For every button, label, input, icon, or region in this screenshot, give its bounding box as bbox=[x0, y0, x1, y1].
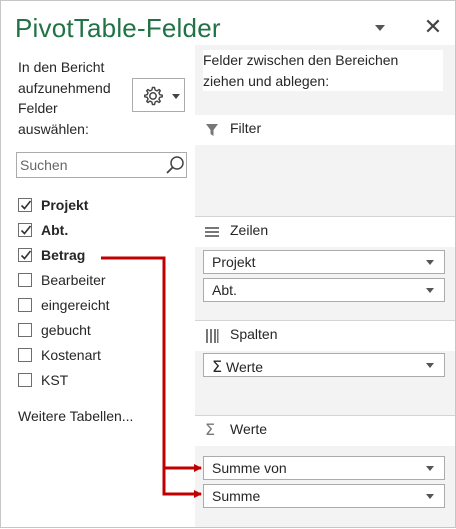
field-checkbox[interactable] bbox=[18, 348, 32, 362]
checkmark-icon bbox=[20, 200, 32, 210]
area-filter-label: Filter bbox=[230, 120, 262, 136]
area-columns-label: Spalten bbox=[230, 326, 278, 342]
rows-item-abt[interactable]: Abt. bbox=[203, 278, 445, 302]
areas-section: Filter Zeilen Projekt Abt. Spalten Σ Wer… bbox=[195, 45, 455, 527]
columns-item-label: Σ Werte bbox=[212, 357, 263, 376]
field-item-betrag[interactable]: Betrag bbox=[18, 246, 188, 266]
sigma-icon: Σ bbox=[212, 357, 223, 376]
field-checkbox[interactable] bbox=[18, 323, 32, 337]
rows-item-projekt[interactable]: Projekt bbox=[203, 250, 445, 274]
field-list-settings-button[interactable] bbox=[132, 78, 185, 112]
area-values-label: Werte bbox=[230, 421, 268, 437]
field-label: eingereicht bbox=[41, 297, 110, 313]
rows-item-label: Projekt bbox=[212, 254, 256, 270]
area-filter-dropzone[interactable] bbox=[195, 145, 455, 215]
area-values-header: Σ Werte bbox=[195, 415, 455, 446]
columns-item-text: Werte bbox=[226, 359, 264, 375]
field-label: Betrag bbox=[41, 247, 86, 263]
field-label: Kostenart bbox=[41, 347, 101, 363]
field-item-gebucht[interactable]: gebucht bbox=[18, 321, 188, 341]
search-input[interactable] bbox=[17, 153, 160, 177]
chevron-down-icon bbox=[426, 260, 434, 265]
chevron-down-icon bbox=[426, 494, 434, 499]
area-filter-header: Filter bbox=[195, 115, 455, 145]
drag-instruction: Felder zwischen den Bereichen ziehen und… bbox=[203, 50, 443, 91]
columns-icon bbox=[205, 329, 219, 348]
close-icon[interactable]: ✕ bbox=[421, 15, 445, 39]
rows-item-label: Abt. bbox=[212, 282, 237, 298]
field-label: gebucht bbox=[41, 322, 91, 338]
field-item-kostenart[interactable]: Kostenart bbox=[18, 346, 188, 366]
field-checkbox[interactable] bbox=[18, 198, 32, 212]
field-checkbox[interactable] bbox=[18, 273, 32, 287]
area-columns-header: Spalten bbox=[195, 320, 455, 351]
field-checkbox[interactable] bbox=[18, 223, 32, 237]
values-item-summe[interactable]: Summe bbox=[203, 484, 445, 508]
filter-icon bbox=[205, 123, 219, 142]
values-item-label: Summe bbox=[212, 488, 261, 504]
checkmark-icon bbox=[20, 250, 32, 260]
gear-icon bbox=[144, 86, 163, 106]
more-tables-link[interactable]: Weitere Tabellen... bbox=[18, 408, 133, 424]
field-item-abt[interactable]: Abt. bbox=[18, 221, 188, 241]
pane-options-down-icon[interactable] bbox=[373, 21, 387, 35]
chevron-down-icon bbox=[426, 288, 434, 293]
field-label: KST bbox=[41, 372, 69, 388]
field-item-bearbeiter[interactable]: Bearbeiter bbox=[18, 271, 188, 291]
chevron-down-icon bbox=[426, 466, 434, 471]
sigma-icon: Σ bbox=[205, 420, 216, 439]
area-rows-header: Zeilen bbox=[195, 216, 455, 247]
search-field[interactable] bbox=[16, 152, 187, 178]
values-item-summe-von[interactable]: Summe von bbox=[203, 456, 445, 480]
field-label: Projekt bbox=[41, 197, 89, 213]
checkmark-icon bbox=[20, 225, 32, 235]
values-item-label: Summe von bbox=[212, 460, 287, 476]
field-item-eingereicht[interactable]: eingereicht bbox=[18, 296, 188, 316]
chevron-down-icon bbox=[172, 94, 180, 99]
area-rows-label: Zeilen bbox=[230, 222, 269, 238]
field-label: Abt. bbox=[41, 222, 69, 238]
rows-icon bbox=[205, 225, 219, 243]
field-item-kst[interactable]: KST bbox=[18, 371, 188, 391]
pane-title: PivotTable-Felder bbox=[15, 13, 221, 43]
search-icon[interactable] bbox=[165, 155, 185, 175]
pivottable-fields-pane: PivotTable-Felder ✕ Filter Zeilen Projek… bbox=[0, 0, 456, 528]
columns-item-werte[interactable]: Σ Werte bbox=[203, 353, 445, 377]
field-item-projekt[interactable]: Projekt bbox=[18, 196, 188, 216]
field-checkbox[interactable] bbox=[18, 373, 32, 387]
field-label: Bearbeiter bbox=[41, 272, 106, 288]
chevron-down-icon bbox=[426, 363, 434, 368]
field-checkbox[interactable] bbox=[18, 298, 32, 312]
field-checkbox[interactable] bbox=[18, 248, 32, 262]
field-instruction: In den Bericht aufzunehmend Felder auswä… bbox=[18, 59, 111, 137]
